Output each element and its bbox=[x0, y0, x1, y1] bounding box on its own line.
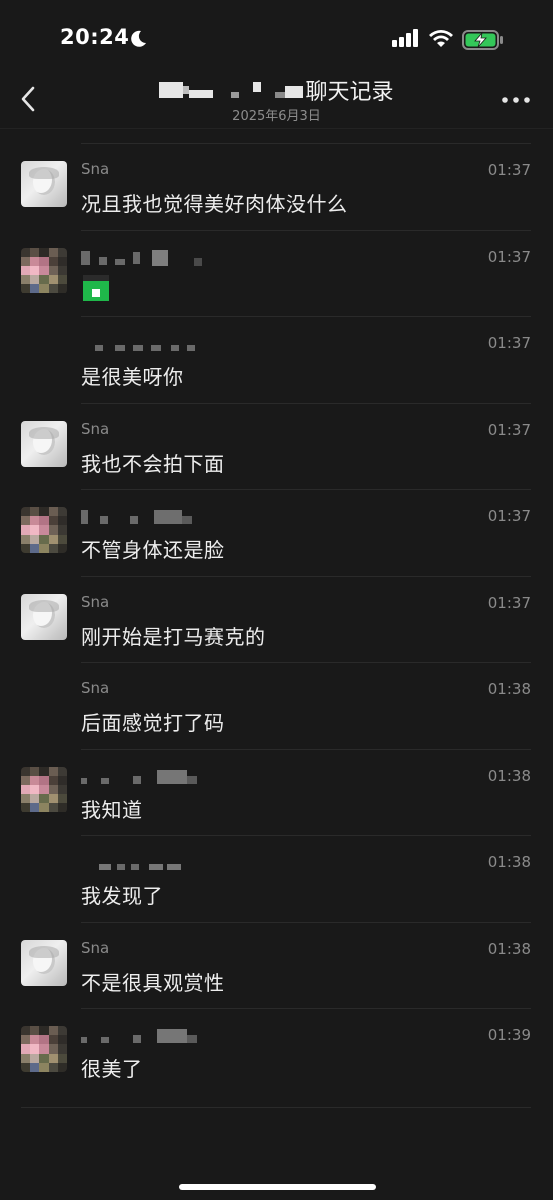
sender-name: Sna bbox=[81, 160, 110, 178]
masked-sender-name bbox=[81, 1029, 197, 1043]
message-item[interactable]: 01:37 bbox=[0, 227, 553, 314]
header-title-block: 聊天记录 2025年6月3日 bbox=[120, 76, 433, 124]
avatar[interactable] bbox=[21, 247, 67, 294]
masked-sender-name bbox=[81, 510, 192, 524]
message-time: 01:37 bbox=[487, 593, 531, 612]
message-time: 01:37 bbox=[487, 420, 531, 439]
sticker-image[interactable] bbox=[83, 274, 109, 301]
home-indicator[interactable] bbox=[179, 1184, 376, 1190]
sender-name: Sna bbox=[81, 938, 110, 957]
masked-sender-name bbox=[81, 769, 197, 784]
moon-icon bbox=[131, 30, 146, 47]
message-time: 01:37 bbox=[487, 161, 531, 179]
message-item[interactable]: 01:37 不管身体还是脸 bbox=[0, 486, 553, 573]
message-text: 不管身体还是脸 bbox=[81, 538, 225, 562]
message-text: 我也不会拍下面 bbox=[81, 451, 225, 476]
avatar[interactable] bbox=[21, 1026, 67, 1072]
avatar[interactable] bbox=[21, 939, 67, 986]
avatar[interactable] bbox=[21, 593, 67, 640]
message-item[interactable]: Sna 01:37 况且我也觉得美好肉体没什么 bbox=[0, 140, 553, 227]
sender-name: Sna bbox=[81, 419, 110, 438]
masked-sender-name bbox=[81, 249, 202, 266]
wifi-icon bbox=[429, 30, 453, 47]
chat-date: 2025年6月3日 bbox=[232, 109, 321, 124]
message-text: 我发现了 bbox=[81, 884, 163, 908]
message-time: 01:37 bbox=[487, 334, 531, 352]
avatar[interactable] bbox=[21, 420, 67, 467]
message-item[interactable]: Sna 01:37 我也不会拍下面 bbox=[0, 400, 553, 487]
message-text: 后面感觉打了码 bbox=[81, 711, 225, 735]
message-item[interactable]: 01:38 我知道 bbox=[0, 746, 553, 833]
divider bbox=[21, 1107, 531, 1108]
message-time: 01:38 bbox=[487, 766, 531, 785]
status-bar: 20:24 bbox=[0, 0, 553, 80]
message-item[interactable]: Sna 01:38 不是很具观赏性 bbox=[0, 919, 553, 1006]
masked-sender-name bbox=[81, 856, 181, 870]
status-time: 20:24 bbox=[60, 25, 130, 49]
avatar[interactable] bbox=[21, 507, 67, 553]
masked-sender-name bbox=[81, 337, 195, 351]
message-time: 01:38 bbox=[487, 853, 531, 871]
sender-name: Sna bbox=[81, 592, 110, 611]
message-item[interactable]: 01:37 是很美呀你 bbox=[0, 313, 553, 400]
more-dots-icon[interactable] bbox=[501, 95, 531, 105]
message-text: 我知道 bbox=[81, 797, 143, 822]
message-text: 刚开始是打马赛克的 bbox=[81, 624, 266, 649]
message-time: 01:38 bbox=[487, 939, 531, 958]
masked-contact-name bbox=[159, 82, 304, 98]
message-item[interactable]: Sna 01:38 后面感觉打了码 bbox=[0, 659, 553, 746]
chat-history-header: 聊天记录 2025年6月3日 bbox=[0, 72, 553, 129]
message-text: 是很美呀你 bbox=[81, 365, 184, 389]
page-title: 聊天记录 bbox=[305, 80, 394, 105]
message-list: Sna 01:37 况且我也觉得美好肉体没什么 01:37 01:37 是很美呀… bbox=[0, 140, 553, 1092]
message-text: 不是很具观赏性 bbox=[81, 970, 225, 995]
battery-charging-icon bbox=[462, 30, 503, 50]
message-item[interactable]: 01:39 很美了 bbox=[0, 1005, 553, 1092]
message-time: 01:37 bbox=[487, 507, 531, 525]
message-text: 况且我也觉得美好肉体没什么 bbox=[81, 192, 348, 216]
chevron-left-icon[interactable] bbox=[14, 82, 44, 116]
message-time: 01:39 bbox=[487, 1026, 531, 1044]
message-time: 01:37 bbox=[487, 247, 531, 266]
message-text: 很美了 bbox=[81, 1057, 143, 1081]
cellular-signal-icon bbox=[392, 29, 418, 47]
message-item[interactable]: 01:38 我发现了 bbox=[0, 832, 553, 919]
avatar[interactable] bbox=[21, 161, 67, 207]
sender-name: Sna bbox=[81, 679, 110, 697]
message-time: 01:38 bbox=[487, 680, 531, 698]
message-item[interactable]: Sna 01:37 刚开始是打马赛克的 bbox=[0, 573, 553, 660]
avatar[interactable] bbox=[21, 766, 67, 813]
